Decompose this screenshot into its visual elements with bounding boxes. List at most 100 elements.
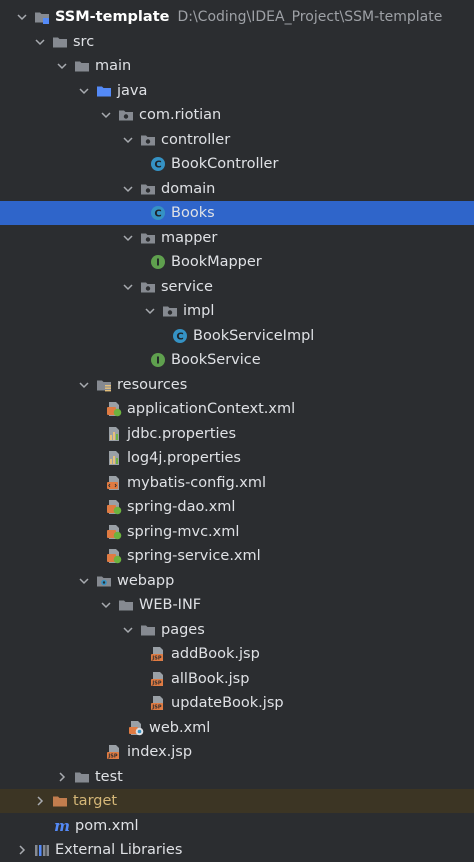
tree-row-external-libraries[interactable]: External Libraries	[0, 838, 474, 862]
tree-label: BookMapper	[171, 254, 262, 270]
tree-row-books[interactable]: Books	[0, 201, 474, 225]
chevron-right-icon[interactable]	[14, 842, 30, 858]
tree-label: External Libraries	[55, 842, 183, 858]
tree-row-book-service-impl[interactable]: BookServiceImpl	[0, 324, 474, 348]
folder-icon	[74, 769, 90, 785]
spring-xml-icon	[106, 548, 122, 564]
excluded-folder-icon	[52, 793, 68, 809]
spring-xml-icon	[106, 401, 122, 417]
tree-row-update-book[interactable]: updateBook.jsp	[0, 691, 474, 715]
tree-row-test[interactable]: test	[0, 765, 474, 789]
chevron-down-icon[interactable]	[14, 9, 30, 25]
chevron-down-icon[interactable]	[54, 58, 70, 74]
tree-row-spring-dao[interactable]: spring-dao.xml	[0, 495, 474, 519]
interface-icon	[150, 254, 166, 270]
web-folder-icon	[96, 573, 112, 589]
tree-label: index.jsp	[127, 744, 193, 760]
tree-row-spring-mvc[interactable]: spring-mvc.xml	[0, 520, 474, 544]
tree-row-package[interactable]: com.riotian	[0, 103, 474, 127]
spring-xml-icon	[106, 499, 122, 515]
tree-row-project-root[interactable]: SSM-template D:\Coding\IDEA_Project\SSM-…	[0, 5, 474, 29]
chevron-down-icon[interactable]	[120, 132, 136, 148]
tree-label: src	[73, 34, 95, 50]
chevron-right-icon[interactable]	[54, 769, 70, 785]
chevron-down-icon[interactable]	[120, 279, 136, 295]
chevron-down-icon[interactable]	[32, 34, 48, 50]
tree-label: java	[117, 83, 148, 99]
tree-row-application-context[interactable]: applicationContext.xml	[0, 397, 474, 421]
tree-label: updateBook.jsp	[171, 695, 284, 711]
tree-label: impl	[183, 303, 215, 319]
properties-file-icon	[106, 450, 122, 466]
tree-row-all-book[interactable]: allBook.jsp	[0, 667, 474, 691]
tree-label: allBook.jsp	[171, 671, 250, 687]
tree-row-spring-service[interactable]: spring-service.xml	[0, 544, 474, 568]
maven-icon	[54, 818, 70, 834]
chevron-down-icon[interactable]	[76, 83, 92, 99]
jsp-file-icon	[106, 744, 122, 760]
tree-label: mybatis-config.xml	[127, 475, 267, 491]
resources-folder-icon	[96, 377, 112, 393]
package-icon	[140, 132, 156, 148]
tree-label: spring-dao.xml	[127, 499, 236, 515]
source-folder-icon	[96, 83, 112, 99]
jsp-file-icon	[150, 646, 166, 662]
chevron-down-icon[interactable]	[76, 573, 92, 589]
project-path: D:\Coding\IDEA_Project\SSM-template	[177, 9, 443, 25]
tree-row-book-mapper[interactable]: BookMapper	[0, 250, 474, 274]
chevron-down-icon[interactable]	[98, 597, 114, 613]
chevron-down-icon[interactable]	[76, 377, 92, 393]
tree-row-mapper[interactable]: mapper	[0, 226, 474, 250]
tree-label: spring-service.xml	[127, 548, 261, 564]
tree-row-pages[interactable]: pages	[0, 618, 474, 642]
tree-label: web.xml	[149, 720, 211, 736]
tree-label: target	[73, 793, 118, 809]
folder-icon	[74, 58, 90, 74]
tree-row-impl[interactable]: impl	[0, 299, 474, 323]
package-icon	[140, 181, 156, 197]
tree-row-controller[interactable]: controller	[0, 128, 474, 152]
chevron-right-icon[interactable]	[32, 793, 48, 809]
tree-row-src[interactable]: src	[0, 30, 474, 54]
tree-label: com.riotian	[139, 107, 222, 123]
tree-row-book-controller[interactable]: BookController	[0, 152, 474, 176]
tree-label: addBook.jsp	[171, 646, 260, 662]
tree-row-java[interactable]: java	[0, 79, 474, 103]
spring-xml-icon	[106, 524, 122, 540]
properties-file-icon	[106, 426, 122, 442]
tree-row-pom[interactable]: pom.xml	[0, 814, 474, 838]
tree-row-add-book[interactable]: addBook.jsp	[0, 642, 474, 666]
jsp-file-icon	[150, 695, 166, 711]
chevron-down-icon[interactable]	[142, 303, 158, 319]
tree-row-web-xml[interactable]: web.xml	[0, 716, 474, 740]
chevron-down-icon[interactable]	[120, 622, 136, 638]
tree-label: log4j.properties	[127, 450, 241, 466]
tree-label: mapper	[161, 230, 218, 246]
class-icon	[150, 205, 166, 221]
tree-row-domain[interactable]: domain	[0, 177, 474, 201]
chevron-down-icon[interactable]	[98, 107, 114, 123]
tree-label: jdbc.properties	[127, 426, 237, 442]
tree-row-target[interactable]: target	[0, 789, 474, 813]
class-icon	[150, 156, 166, 172]
tree-label: BookServiceImpl	[193, 328, 315, 344]
xml-file-icon	[106, 475, 122, 491]
tree-row-service[interactable]: service	[0, 275, 474, 299]
tree-row-mybatis-config[interactable]: mybatis-config.xml	[0, 471, 474, 495]
tree-label: pom.xml	[75, 818, 139, 834]
tree-row-log4j-properties[interactable]: log4j.properties	[0, 446, 474, 470]
tree-row-jdbc-properties[interactable]: jdbc.properties	[0, 422, 474, 446]
tree-row-web-inf[interactable]: WEB-INF	[0, 593, 474, 617]
package-icon	[162, 303, 178, 319]
tree-label: resources	[117, 377, 188, 393]
chevron-down-icon[interactable]	[120, 230, 136, 246]
tree-row-main[interactable]: main	[0, 54, 474, 78]
tree-label: service	[161, 279, 213, 295]
chevron-down-icon[interactable]	[120, 181, 136, 197]
project-name: SSM-template	[55, 9, 170, 25]
tree-row-book-service[interactable]: BookService	[0, 348, 474, 372]
tree-row-resources[interactable]: resources	[0, 373, 474, 397]
tree-label: spring-mvc.xml	[127, 524, 240, 540]
tree-row-webapp[interactable]: webapp	[0, 569, 474, 593]
tree-row-index-jsp[interactable]: index.jsp	[0, 740, 474, 764]
